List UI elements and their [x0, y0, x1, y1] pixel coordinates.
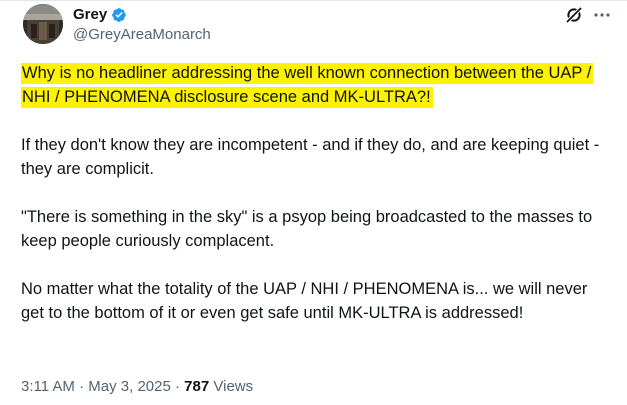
tweet-paragraph: No matter what the totality of the UAP /…: [21, 280, 588, 322]
views-label: Views: [213, 378, 254, 395]
divider: [0, 0, 627, 1]
tweet-paragraph: If they don't know they are incompetent …: [21, 136, 600, 178]
tweet-card: Grey @GreyAreaMonarch Why is no headline…: [0, 0, 627, 405]
tweet-body: Why is no headliner addressing the well …: [21, 61, 611, 325]
author-handle[interactable]: @GreyAreaMonarch: [73, 26, 211, 44]
meta-separator: ·: [79, 378, 85, 395]
more-options-icon[interactable]: [592, 5, 612, 25]
tweet-paragraph-highlighted: Why is no headliner addressing the well …: [21, 61, 611, 109]
meta-separator: ·: [175, 378, 180, 395]
views-count[interactable]: 787: [184, 378, 209, 395]
display-name[interactable]: Grey: [73, 6, 107, 24]
tweet-paragraph: "There is something in the sky" is a psy…: [21, 208, 593, 250]
tweet-date[interactable]: May 3, 2025: [88, 378, 171, 395]
highlighted-text: Why is no headliner addressing the well …: [21, 63, 594, 108]
avatar[interactable]: [23, 4, 63, 44]
verified-badge-icon: [112, 8, 126, 22]
tweet-time[interactable]: 3:11 AM: [21, 378, 75, 395]
tweet-meta: 3:11 AM · May 3, 2025 · 787 Views: [21, 378, 253, 396]
grok-icon[interactable]: [564, 5, 584, 25]
